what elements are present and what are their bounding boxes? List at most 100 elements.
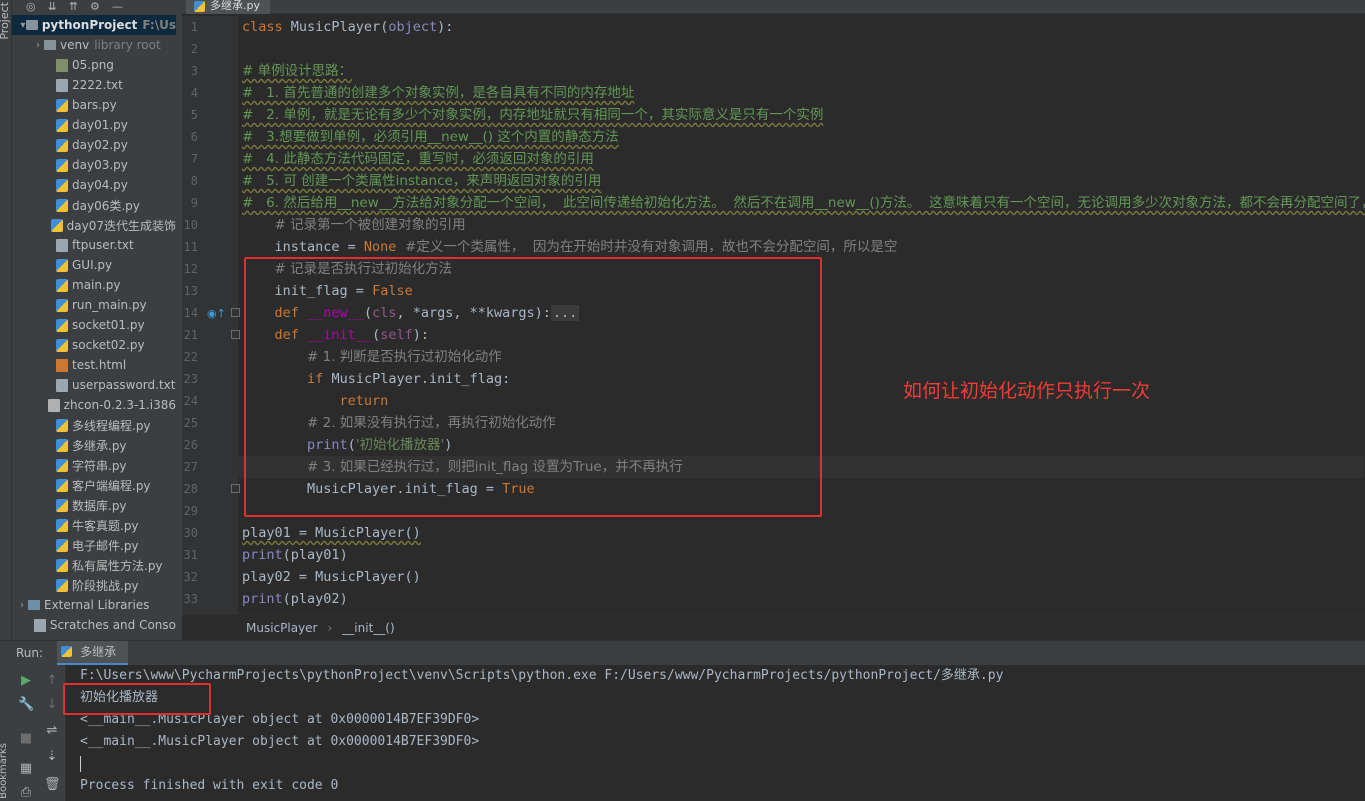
breadcrumb-method[interactable]: __init__() xyxy=(342,621,394,635)
tree-item-file[interactable]: zhcon-0.2.3-1.i386 xyxy=(12,395,176,415)
expand-arrow-icon[interactable]: › xyxy=(32,40,44,51)
expand-all-icon[interactable]: ⇈ xyxy=(69,1,78,12)
line-number[interactable]: 7 xyxy=(182,148,198,170)
rerun-icon[interactable]: ▶ xyxy=(18,673,34,689)
tab-multi-inherit[interactable]: 多继承.py xyxy=(186,0,270,14)
tree-item-label: 多线程编程.py xyxy=(72,418,151,433)
code-line-5: # 2. 单例，就是无论有多少个对象实例，内存地址就只有相同一个，其实际意义是只… xyxy=(242,104,823,126)
line-number[interactable]: 30 xyxy=(182,522,198,544)
line-number[interactable]: 21 xyxy=(182,324,198,346)
trash-icon[interactable]: 🗑 xyxy=(44,777,61,793)
tree-item-file[interactable]: 阶段挑战.py xyxy=(12,575,176,595)
tree-item-external-libraries[interactable]: › External Libraries xyxy=(12,595,176,615)
base-object: object xyxy=(388,19,438,35)
hide-panel-icon[interactable]: — xyxy=(112,1,123,12)
tree-item-file[interactable]: 字符串.py xyxy=(12,455,176,475)
line-number[interactable]: 26 xyxy=(182,434,198,456)
tree-item-file[interactable]: 多继承.py xyxy=(12,435,176,455)
expand-arrow-icon[interactable]: › xyxy=(16,600,28,611)
tree-item-file[interactable]: 客户端编程.py xyxy=(12,475,176,495)
tree-root-project[interactable]: ▾ pythonProject F:\Us xyxy=(12,15,176,35)
line-number[interactable]: 2 xyxy=(182,38,198,60)
scroll-to-end-icon[interactable]: ⇣ xyxy=(44,749,60,765)
tree-item-file[interactable]: 2222.txt xyxy=(12,75,176,95)
down-arrow-icon[interactable]: ↓ xyxy=(44,697,60,713)
tree-item-file[interactable]: day04.py xyxy=(12,175,176,195)
line-number[interactable]: 12 xyxy=(182,258,198,280)
line-number[interactable]: 11 xyxy=(182,236,198,258)
line-number[interactable]: 4 xyxy=(182,82,198,104)
line-number[interactable]: 14 xyxy=(182,302,198,324)
line-number[interactable]: 9 xyxy=(182,192,198,214)
line-number[interactable]: 8 xyxy=(182,170,198,192)
tree-item-file[interactable]: 私有属性方法.py xyxy=(12,555,176,575)
layout-icon[interactable]: ▦ xyxy=(18,761,34,777)
run-console[interactable]: F:\Users\www\PycharmProjects\pythonProje… xyxy=(66,665,1365,801)
arg: play01 xyxy=(290,547,340,563)
tree-item-file[interactable]: test.html xyxy=(12,355,176,375)
line-number[interactable]: 28 xyxy=(182,478,198,500)
tree-item-file[interactable]: socket02.py xyxy=(12,335,176,355)
tree-item-file[interactable]: ftpuser.txt xyxy=(12,235,176,255)
tree-item-file[interactable]: 牛客真题.py xyxy=(12,515,176,535)
code-line-7: # 4. 此静态方法代码固定，重写时，必须返回对象的引用 xyxy=(242,148,594,170)
line-number[interactable]: 5 xyxy=(182,104,198,126)
line-number[interactable]: 27 xyxy=(182,456,198,478)
tree-item-file[interactable]: day01.py xyxy=(12,115,176,135)
wrench-icon[interactable]: 🔧 xyxy=(18,697,34,713)
tree-item-label: External Libraries xyxy=(44,598,150,612)
line-number[interactable]: 31 xyxy=(182,544,198,566)
up-arrow-icon[interactable]: ↑ xyxy=(44,673,60,689)
bookmarks-label[interactable]: Bookmarks xyxy=(0,743,9,799)
tree-item-file[interactable]: 数据库.py xyxy=(12,495,176,515)
tree-item-file[interactable]: run_main.py xyxy=(12,295,176,315)
tree-item-label: 阶段挑战.py xyxy=(72,578,139,593)
line-number[interactable]: 22 xyxy=(182,346,198,368)
python-file-icon xyxy=(56,438,68,452)
tree-item-label: venv xyxy=(60,38,90,52)
python-file-icon xyxy=(56,498,68,512)
tree-item-file[interactable]: day02.py xyxy=(12,135,176,155)
expand-arrow-icon[interactable]: ▾ xyxy=(20,20,26,31)
project-tool-label[interactable]: Project xyxy=(0,2,11,40)
line-number[interactable]: 33 xyxy=(182,588,198,610)
collapse-all-icon[interactable]: ⇊ xyxy=(48,1,57,12)
print-icon[interactable]: ⎙ xyxy=(18,785,34,801)
tree-item-label: socket01.py xyxy=(72,318,145,332)
line-number[interactable]: 32 xyxy=(182,566,198,588)
breadcrumb-class[interactable]: MusicPlayer xyxy=(246,621,317,635)
line-number[interactable]: 25 xyxy=(182,412,198,434)
line-number[interactable]: 10 xyxy=(182,214,198,236)
tree-item-file[interactable]: 电子邮件.py xyxy=(12,535,176,555)
line-number[interactable]: 1 xyxy=(182,16,198,38)
settings-gear-icon[interactable]: ⚙ xyxy=(90,1,100,12)
tab-label: 多继承.py xyxy=(210,0,260,12)
tree-item-file[interactable]: day07迭代生成装饰 xyxy=(12,215,176,235)
line-number[interactable]: 13 xyxy=(182,280,198,302)
tree-item-file[interactable]: socket01.py xyxy=(12,315,176,335)
tree-item-file[interactable]: bars.py xyxy=(12,95,176,115)
instantiate-2: play02 = MusicPlayer() xyxy=(242,569,421,585)
run-tab[interactable]: 多继承 xyxy=(57,640,129,666)
line-number[interactable]: 3 xyxy=(182,60,198,82)
tree-item-file[interactable]: day06类.py xyxy=(12,195,176,215)
archive-file-icon xyxy=(47,398,60,412)
tree-item-scratches[interactable]: Scratches and Conso xyxy=(12,615,176,635)
tree-item-file[interactable]: GUI.py xyxy=(12,255,176,275)
line-number[interactable]: 23 xyxy=(182,368,198,390)
select-opened-file-icon[interactable]: ◎ xyxy=(26,1,36,12)
tree-item-file[interactable]: 05.png xyxy=(12,55,176,75)
tree-item-file[interactable]: userpassword.txt xyxy=(12,375,176,395)
tree-item-file[interactable]: day03.py xyxy=(12,155,176,175)
tree-item-venv[interactable]: › venv library root xyxy=(12,35,176,55)
override-method-icon[interactable]: ◉↑ xyxy=(207,307,226,320)
breadcrumb-separator: › xyxy=(327,620,333,635)
tree-item-file[interactable]: main.py xyxy=(12,275,176,295)
line-number[interactable]: 29 xyxy=(182,500,198,522)
soft-wrap-icon[interactable]: ⇌ xyxy=(44,723,60,739)
line-number[interactable]: 24 xyxy=(182,390,198,412)
tree-item-file[interactable]: 多线程编程.py xyxy=(12,415,176,435)
line-number[interactable]: 6 xyxy=(182,126,198,148)
text-file-icon xyxy=(56,378,68,392)
stop-icon[interactable]: ■ xyxy=(18,731,34,747)
